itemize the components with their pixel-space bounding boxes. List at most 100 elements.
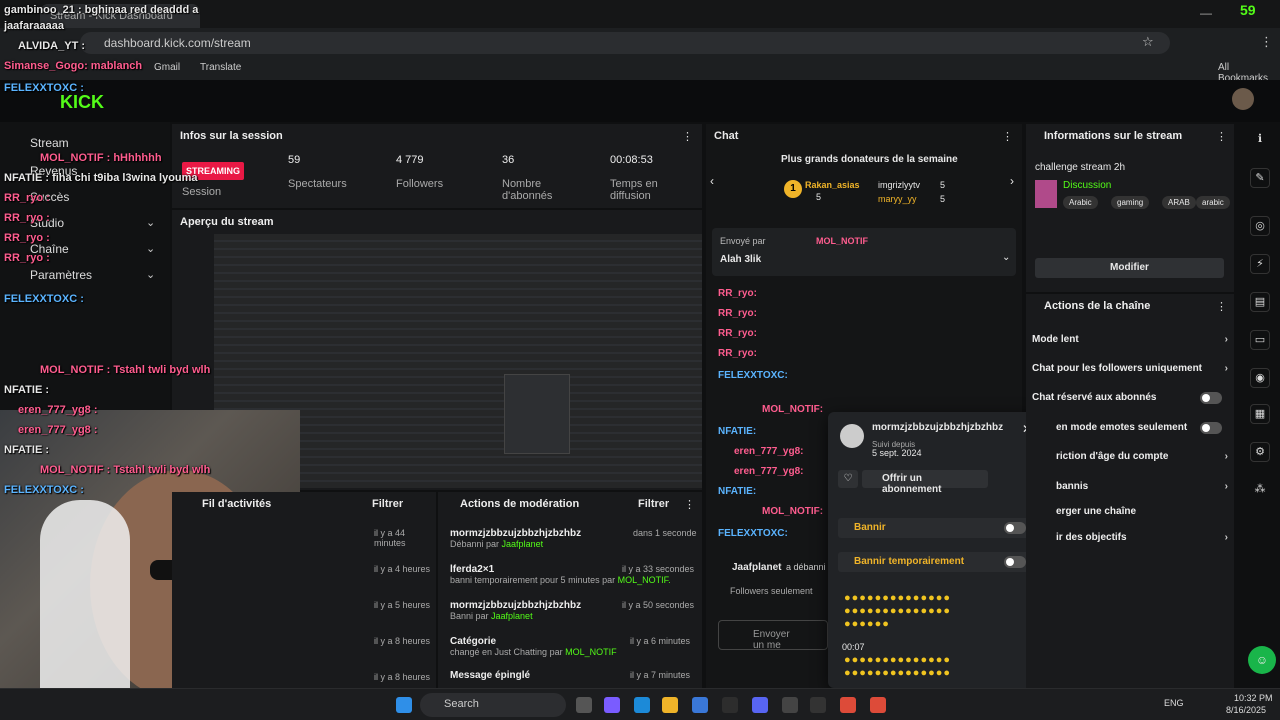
- kebab-menu-icon[interactable]: ⋮: [1216, 300, 1227, 313]
- chevron-down-icon[interactable]: ⌄: [1002, 252, 1010, 263]
- filter-button[interactable]: Filtrer: [638, 498, 669, 510]
- action-age-restriction[interactable]: riction d'âge du compte ›: [1056, 451, 1228, 462]
- emote-grid: ●●●●●●●●●●●●●● ●●●●●●●●●●●●●●: [844, 654, 952, 679]
- target-icon[interactable]: ◎: [1250, 216, 1270, 236]
- action-followers-only[interactable]: Chat pour les followers uniquement ›: [1032, 363, 1228, 374]
- kick-score: 59: [1240, 2, 1256, 18]
- chrome-icon[interactable]: [840, 697, 856, 713]
- action-banned[interactable]: bannis ›: [1056, 481, 1228, 492]
- chevron-left-icon[interactable]: ‹: [710, 174, 714, 188]
- app-icon[interactable]: [810, 697, 826, 713]
- stat-followers: 4 779 Followers: [396, 154, 444, 190]
- kebab-menu-icon[interactable]: ⋮: [684, 498, 695, 511]
- subs-only-toggle[interactable]: [1200, 392, 1222, 404]
- layout-icon[interactable]: ▦: [1250, 404, 1270, 424]
- windows-start-icon[interactable]: [396, 697, 412, 713]
- user-avatar: [840, 424, 864, 448]
- chevron-right-icon[interactable]: ›: [1010, 174, 1014, 188]
- stream-chat-overlay: gambinoo_21 : bghinaa red deaddd a jaafa…: [4, 4, 211, 496]
- mod-action-row: Message épinglé il y a 7 minutes: [450, 670, 691, 681]
- preview-popup: [504, 374, 570, 454]
- discord-icon[interactable]: [752, 697, 768, 713]
- panel-title: Actions de la chaîne: [1044, 300, 1151, 312]
- moderation-actions-panel: Actions de modération Filtrer ⋮ mormzjzb…: [438, 492, 702, 688]
- address-bar[interactable]: dashboard.kick.com/stream: [80, 32, 1170, 54]
- emote-grid: ●●●●●●●●●●●●●● ●●●●●●●●●●●●●● ●●●●●●: [844, 592, 952, 630]
- chrome-icon[interactable]: [870, 697, 886, 713]
- info-icon[interactable]: ℹ: [1250, 130, 1270, 150]
- obs-icon[interactable]: [782, 697, 798, 713]
- clock-time[interactable]: 10:32 PM: [1234, 693, 1273, 703]
- chevron-right-icon: ›: [1224, 334, 1228, 345]
- action-slow-mode[interactable]: Mode lent ›: [1032, 334, 1228, 345]
- activity-feed-panel: Fil d'activités Filtrer il y a 44 minute…: [172, 492, 436, 688]
- chevron-right-icon: ›: [1224, 532, 1228, 543]
- bolt-icon[interactable]: ⚡: [1250, 254, 1270, 274]
- panel-title: Actions de modération: [460, 498, 580, 510]
- task-view-icon[interactable]: [576, 697, 592, 713]
- panel-title: Informations sur le stream: [1044, 130, 1183, 142]
- session-info-panel: Infos sur la session ⋮ STREAMING Session…: [172, 124, 702, 208]
- stream-info-panel: Informations sur le stream ⋮ challenge s…: [1026, 124, 1234, 292]
- channel-actions-panel: Actions de la chaîne ⋮ Mode lent › Chat p…: [1026, 294, 1234, 688]
- support-icon[interactable]: ☺: [1248, 646, 1276, 674]
- action-goals[interactable]: ir des objectifs ›: [1056, 532, 1228, 543]
- heart-icon[interactable]: ♡: [838, 470, 858, 488]
- taskbar-search[interactable]: Search: [420, 693, 566, 717]
- top-donors: Plus grands donateurs de la semaine ‹ › …: [710, 154, 1014, 204]
- file-explorer-icon[interactable]: [662, 697, 678, 713]
- panel-title: Fil d'activités: [202, 498, 272, 510]
- tempban-row[interactable]: Bannir temporairement: [838, 552, 1032, 572]
- category-thumbnail: [1035, 180, 1057, 208]
- ban-toggle[interactable]: [1004, 522, 1026, 534]
- ban-row[interactable]: Bannir: [838, 518, 1032, 538]
- stat-subscribers: 36 Nombre d'abonnés: [502, 154, 553, 202]
- category-name[interactable]: Discussion: [1063, 180, 1111, 191]
- kebab-menu-icon[interactable]: ⋮: [1216, 130, 1227, 143]
- minimize-icon[interactable]: —: [1200, 6, 1212, 20]
- chevron-right-icon: ›: [1224, 481, 1228, 492]
- user-card-popup: mormzjzbbzujzbbzhjzbzhbz Suivi depuis 5 …: [828, 412, 1042, 688]
- pinned-message[interactable]: Envoyé par MOL_NOTIF Alah 3lik ⌄: [712, 228, 1016, 276]
- edge-icon[interactable]: [634, 697, 650, 713]
- mod-action-row: Catégorie changé en Just Chatting par MOL…: [450, 636, 691, 657]
- edit-button[interactable]: Modifier: [1035, 258, 1224, 278]
- action-subs-only[interactable]: Chat réservé aux abonnés: [1032, 392, 1228, 404]
- popup-username: mormzjzbbzujzbbzhjzbzhbz: [872, 422, 1004, 433]
- kebab-menu-icon[interactable]: ⋮: [682, 130, 693, 143]
- app-icon[interactable]: [722, 697, 738, 713]
- filter-button[interactable]: Filtrer: [372, 498, 403, 510]
- kebab-menu-icon[interactable]: ⋮: [1002, 130, 1013, 143]
- star-icon[interactable]: ☆: [1142, 34, 1154, 50]
- wrench-icon[interactable]: ⚙: [1250, 442, 1270, 462]
- action-emotes-only[interactable]: en mode emotes seulement: [1056, 422, 1228, 434]
- avatar[interactable]: [1232, 88, 1254, 110]
- edit-icon[interactable]: ✎: [1250, 168, 1270, 188]
- chevron-right-icon: ›: [1224, 451, 1228, 462]
- share-icon[interactable]: ⁂: [1250, 480, 1270, 500]
- mod-action-row: lferda2×1 banni temporairement pour 5 min…: [450, 564, 695, 585]
- stat-viewers: 59 Spectateurs: [288, 154, 347, 190]
- mod-action-row: mormzjzbbzujzbbzhjzbzhbz Banni par Jaafpl…: [450, 600, 695, 621]
- mod-action-row: mormzjzbbzujzbbzhjzbzhbz Débanni par Jaaf…: [450, 528, 697, 549]
- chevron-right-icon: ›: [1224, 363, 1228, 374]
- headphones-white: [40, 500, 130, 690]
- right-toolbar: ℹ ✎ ◎ ⚡ ▤ ▭ ◉ ▦ ⚙ ⁂ ☺: [1240, 124, 1280, 688]
- stream-title: challenge stream 2h: [1035, 162, 1126, 173]
- broadcast-icon[interactable]: ◉: [1250, 368, 1270, 388]
- clock-date[interactable]: 8/16/2025: [1226, 705, 1266, 715]
- document-icon[interactable]: ▤: [1250, 292, 1270, 312]
- emotes-only-toggle[interactable]: [1200, 422, 1222, 434]
- chat-input[interactable]: Envoyer un me: [718, 620, 828, 651]
- tempban-toggle[interactable]: [1004, 556, 1026, 568]
- gift-subscription-button[interactable]: Offrir un abonnement: [862, 470, 988, 495]
- copilot-icon[interactable]: [604, 697, 620, 713]
- windows-taskbar: Search ENG 10:32 PM 8/16/2025: [0, 688, 1280, 720]
- language-indicator[interactable]: ENG: [1164, 698, 1184, 708]
- stat-uptime: 00:08:53 Temps en diffusion: [610, 154, 658, 202]
- chat-icon[interactable]: ▭: [1250, 330, 1270, 350]
- action-host[interactable]: erger une chaîne: [1056, 506, 1228, 517]
- store-icon[interactable]: [692, 697, 708, 713]
- followers-only-label: Followers seulement: [730, 586, 813, 596]
- kebab-menu-icon[interactable]: ⋮: [1260, 34, 1273, 50]
